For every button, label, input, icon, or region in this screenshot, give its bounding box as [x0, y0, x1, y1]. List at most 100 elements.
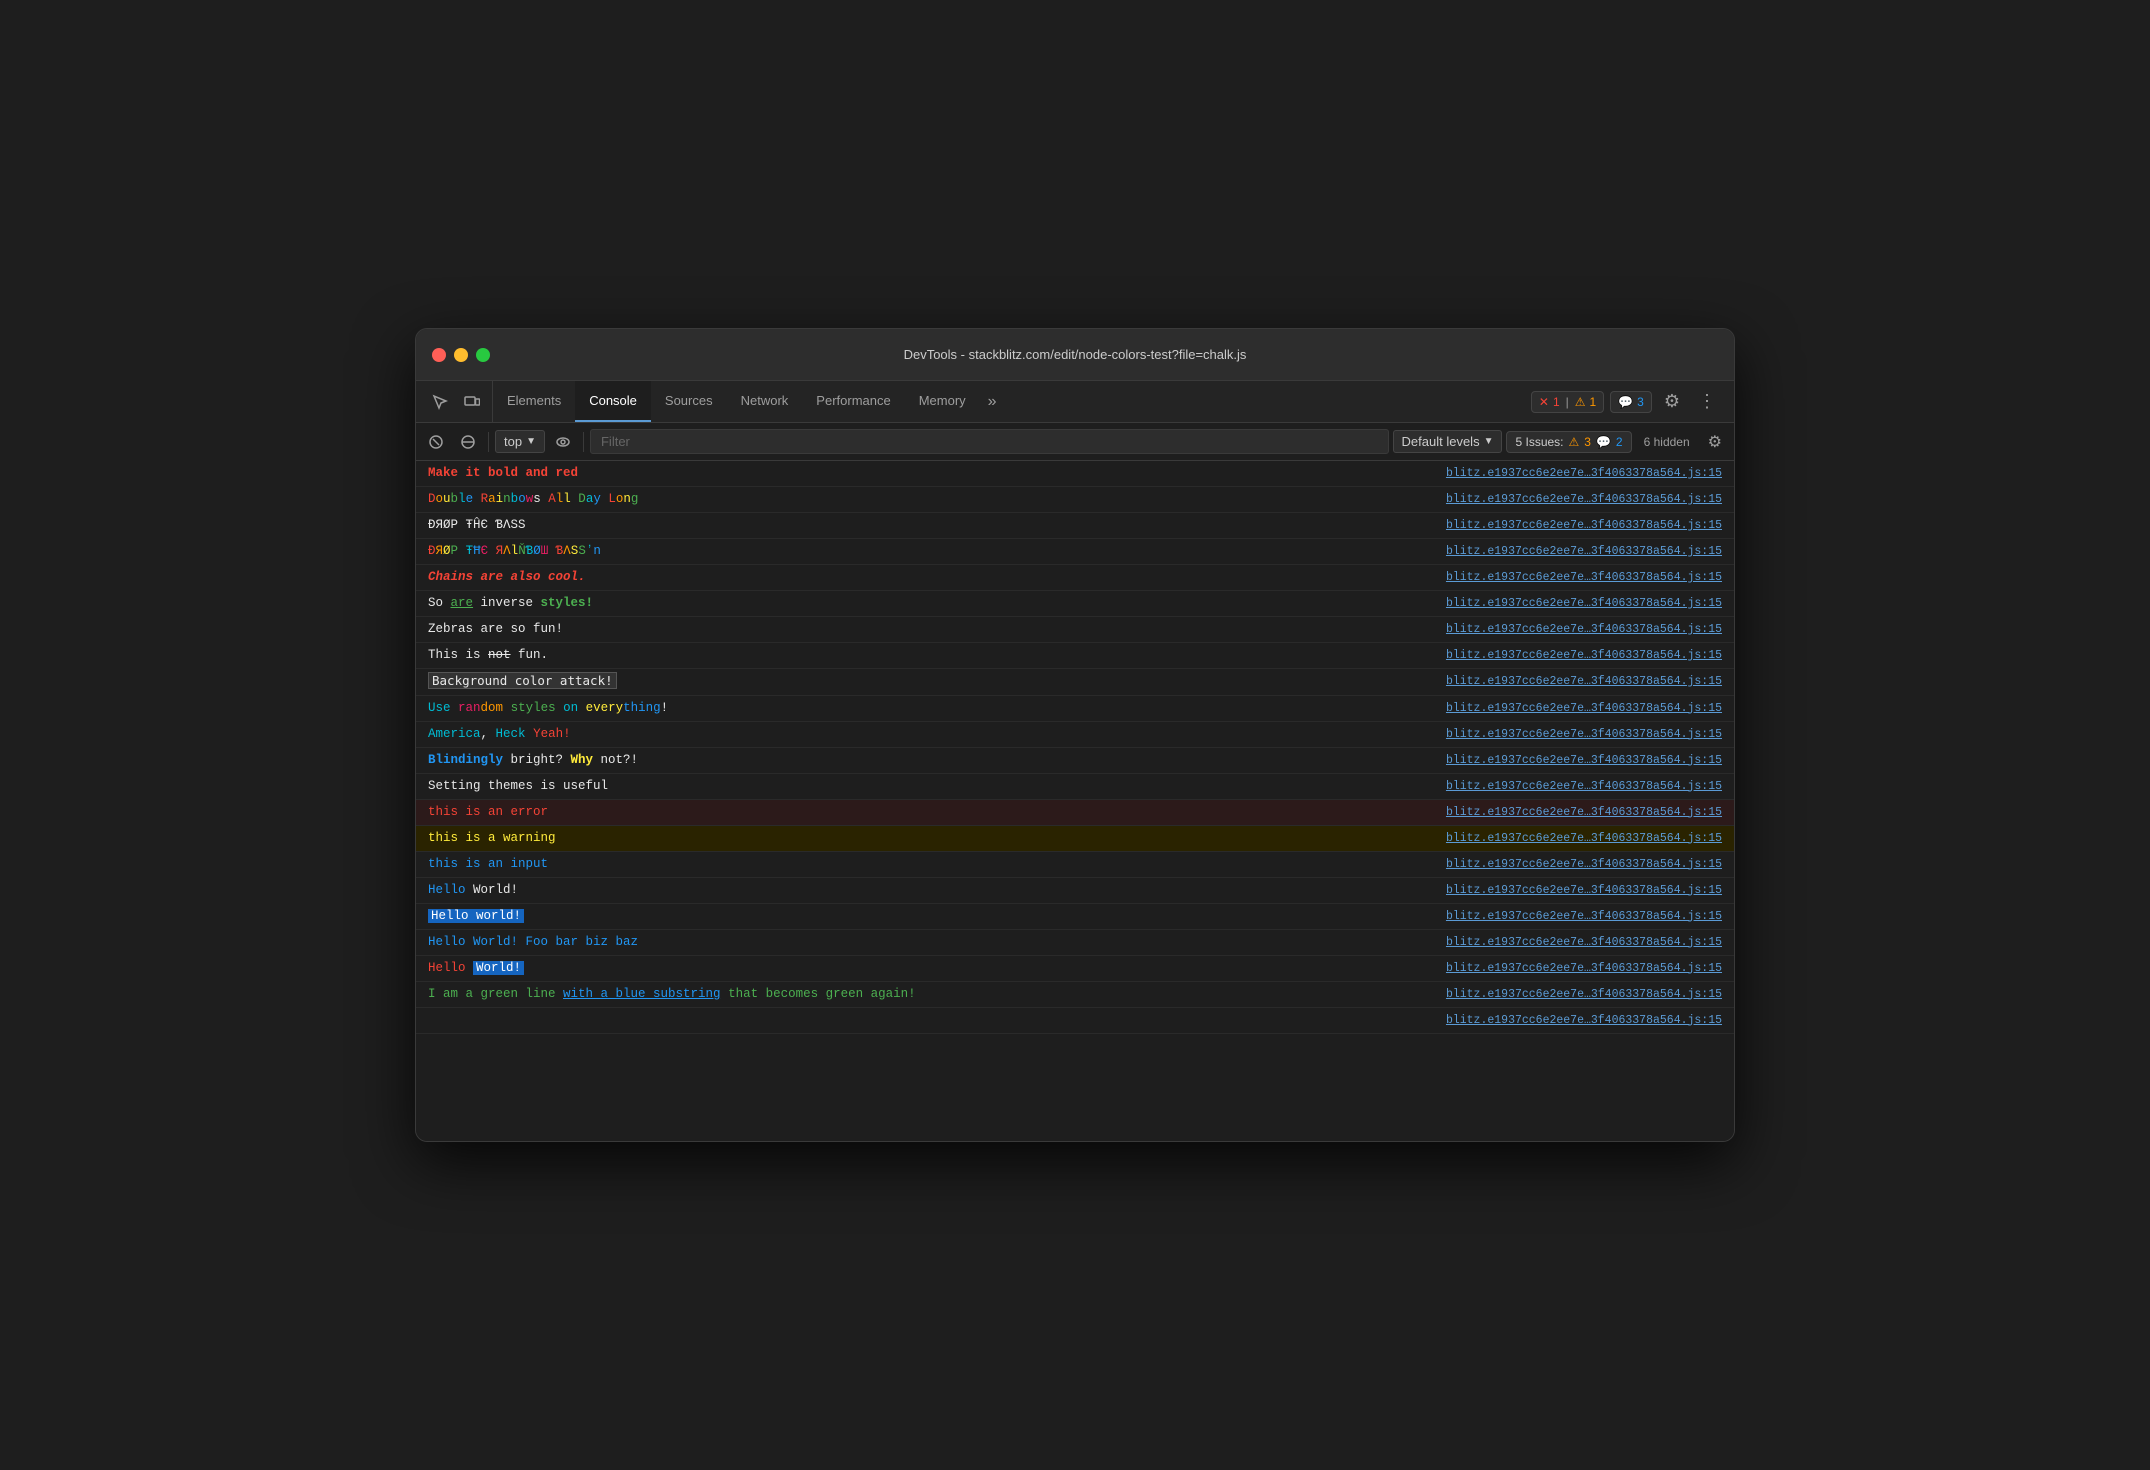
log-source[interactable]: blitz.e1937cc6e2ee7e…3f4063378a564.js:15 [1446, 960, 1722, 977]
log-content: ÐЯØP ŦĦЄ ЯΛƖŇƁØШ ƁΛSSʼn [428, 542, 1430, 561]
separator-1 [488, 432, 489, 452]
log-source[interactable]: blitz.e1937cc6e2ee7e…3f4063378a564.js:15 [1446, 491, 1722, 508]
issues-info-icon: 💬 [1596, 435, 1611, 449]
block-icon[interactable] [454, 430, 482, 454]
log-content: Chains are also cool. [428, 568, 1430, 587]
error-count: 1 [1553, 395, 1560, 409]
context-selector[interactable]: top ▼ [495, 430, 545, 453]
log-content: Hello World! Foo bar biz baz [428, 933, 1430, 952]
issues-warn-icon: ⚠ [1569, 435, 1580, 449]
window-title: DevTools - stackblitz.com/edit/node-colo… [904, 347, 1247, 362]
log-row: Hello World! blitz.e1937cc6e2ee7e…3f4063… [416, 956, 1734, 982]
chevron-down-icon: ▼ [526, 436, 536, 447]
log-content: America, Heck Yeah! [428, 725, 1430, 744]
log-content: Make it bold and red [428, 464, 1430, 483]
issues-badge[interactable]: 5 Issues: ⚠ 3 💬 2 [1506, 431, 1631, 453]
filter-input[interactable] [590, 429, 1389, 454]
log-source[interactable]: blitz.e1937cc6e2ee7e…3f4063378a564.js:15 [1446, 543, 1722, 560]
log-source[interactable]: blitz.e1937cc6e2ee7e…3f4063378a564.js:15 [1446, 465, 1722, 482]
maximize-button[interactable] [476, 348, 490, 362]
log-levels-label: Default levels [1402, 434, 1480, 449]
log-content: Setting themes is useful [428, 777, 1430, 796]
chevron-down-icon: ▼ [1484, 436, 1494, 447]
error-icon: ✕ [1539, 395, 1549, 409]
log-row: ÐЯØP ŦĦЄ ЯΛƖŇƁØШ ƁΛSSʼn blitz.e1937cc6e2… [416, 539, 1734, 565]
log-row: blitz.e1937cc6e2ee7e…3f4063378a564.js:15 [416, 1008, 1734, 1034]
log-source[interactable]: blitz.e1937cc6e2ee7e…3f4063378a564.js:15 [1446, 726, 1722, 743]
tab-network[interactable]: Network [727, 381, 803, 422]
log-source[interactable]: blitz.e1937cc6e2ee7e…3f4063378a564.js:15 [1446, 752, 1722, 769]
minimize-button[interactable] [454, 348, 468, 362]
inspect-element-icon[interactable] [426, 390, 454, 414]
log-row: Setting themes is useful blitz.e1937cc6e… [416, 774, 1734, 800]
log-source[interactable]: blitz.e1937cc6e2ee7e…3f4063378a564.js:15 [1446, 908, 1722, 925]
log-row: Blindingly bright? Why not?! blitz.e1937… [416, 748, 1734, 774]
console-output[interactable]: Make it bold and red blitz.e1937cc6e2ee7… [416, 461, 1734, 1141]
log-row: Hello World! blitz.e1937cc6e2ee7e…3f4063… [416, 878, 1734, 904]
log-content: So are inverse styles! [428, 594, 1430, 613]
log-content: Hello world! [428, 907, 1430, 926]
context-label: top [504, 434, 522, 449]
info-count: 3 [1637, 395, 1644, 409]
log-row: America, Heck Yeah! blitz.e1937cc6e2ee7e… [416, 722, 1734, 748]
tab-elements[interactable]: Elements [493, 381, 575, 422]
log-row: Make it bold and red blitz.e1937cc6e2ee7… [416, 461, 1734, 487]
log-source[interactable]: blitz.e1937cc6e2ee7e…3f4063378a564.js:15 [1446, 986, 1722, 1003]
log-source[interactable]: blitz.e1937cc6e2ee7e…3f4063378a564.js:15 [1446, 830, 1722, 847]
log-row: Zebras are so fun! blitz.e1937cc6e2ee7e…… [416, 617, 1734, 643]
hidden-count: 6 hidden [1644, 435, 1690, 449]
log-content: This is not fun. [428, 646, 1430, 665]
device-toolbar-icon[interactable] [458, 390, 486, 414]
hidden-badge: 6 hidden [1636, 432, 1698, 452]
log-source[interactable]: blitz.e1937cc6e2ee7e…3f4063378a564.js:15 [1446, 673, 1722, 690]
log-source[interactable]: blitz.e1937cc6e2ee7e…3f4063378a564.js:15 [1446, 882, 1722, 899]
issues-label: 5 Issues: [1515, 435, 1563, 449]
tab-memory[interactable]: Memory [905, 381, 980, 422]
log-content: Background color attack! [428, 672, 1430, 692]
console-settings-icon[interactable]: ⚙ [1702, 428, 1728, 456]
log-row: Hello world! blitz.e1937cc6e2ee7e…3f4063… [416, 904, 1734, 930]
tab-sources[interactable]: Sources [651, 381, 727, 422]
warning-icon: ⚠ [1575, 395, 1586, 409]
log-content: Double Rainbows All Day Long [428, 490, 1430, 509]
tab-console[interactable]: Console [575, 381, 651, 422]
log-row: This is not fun. blitz.e1937cc6e2ee7e…3f… [416, 643, 1734, 669]
devtools-tabs-list: Elements Console Sources Network Perform… [493, 381, 1005, 422]
log-source[interactable]: blitz.e1937cc6e2ee7e…3f4063378a564.js:15 [1446, 647, 1722, 664]
log-row: Chains are also cool. blitz.e1937cc6e2ee… [416, 565, 1734, 591]
log-source[interactable]: blitz.e1937cc6e2ee7e…3f4063378a564.js:15 [1446, 595, 1722, 612]
log-row: ÐЯØP ŦĤЄ ƁΛSS blitz.e1937cc6e2ee7e…3f406… [416, 513, 1734, 539]
log-source[interactable]: blitz.e1937cc6e2ee7e…3f4063378a564.js:15 [1446, 1012, 1722, 1029]
log-source[interactable]: blitz.e1937cc6e2ee7e…3f4063378a564.js:15 [1446, 934, 1722, 951]
error-badge[interactable]: ✕ 1 | ⚠ 1 [1531, 391, 1604, 413]
log-content: Zebras are so fun! [428, 620, 1430, 639]
log-source[interactable]: blitz.e1937cc6e2ee7e…3f4063378a564.js:15 [1446, 700, 1722, 717]
log-source[interactable]: blitz.e1937cc6e2ee7e…3f4063378a564.js:15 [1446, 517, 1722, 534]
info-badge[interactable]: 💬 3 [1610, 391, 1652, 413]
log-content: Hello World! [428, 881, 1430, 900]
log-content: this is an input [428, 855, 1430, 874]
more-options-icon[interactable]: ⋮ [1692, 387, 1722, 416]
log-levels-selector[interactable]: Default levels ▼ [1393, 430, 1503, 453]
log-source[interactable]: blitz.e1937cc6e2ee7e…3f4063378a564.js:15 [1446, 778, 1722, 795]
tab-icons [420, 381, 493, 422]
settings-icon[interactable]: ⚙ [1658, 387, 1686, 416]
log-content: Blindingly bright? Why not?! [428, 751, 1430, 770]
log-row: this is an error blitz.e1937cc6e2ee7e…3f… [416, 800, 1734, 826]
log-row: this is a warning blitz.e1937cc6e2ee7e…3… [416, 826, 1734, 852]
clear-console-icon[interactable] [422, 430, 450, 454]
log-source[interactable]: blitz.e1937cc6e2ee7e…3f4063378a564.js:15 [1446, 804, 1722, 821]
close-button[interactable] [432, 348, 446, 362]
log-source[interactable]: blitz.e1937cc6e2ee7e…3f4063378a564.js:15 [1446, 856, 1722, 873]
log-row: Background color attack! blitz.e1937cc6e… [416, 669, 1734, 696]
more-tabs-button[interactable]: » [980, 393, 1005, 411]
eye-icon[interactable] [549, 430, 577, 454]
log-content: Hello World! [428, 959, 1430, 978]
tab-performance[interactable]: Performance [802, 381, 904, 422]
log-row: So are inverse styles! blitz.e1937cc6e2e… [416, 591, 1734, 617]
log-content: this is a warning [428, 829, 1430, 848]
log-source[interactable]: blitz.e1937cc6e2ee7e…3f4063378a564.js:15 [1446, 621, 1722, 638]
log-row: Hello World! Foo bar biz baz blitz.e1937… [416, 930, 1734, 956]
log-row: this is an input blitz.e1937cc6e2ee7e…3f… [416, 852, 1734, 878]
log-source[interactable]: blitz.e1937cc6e2ee7e…3f4063378a564.js:15 [1446, 569, 1722, 586]
